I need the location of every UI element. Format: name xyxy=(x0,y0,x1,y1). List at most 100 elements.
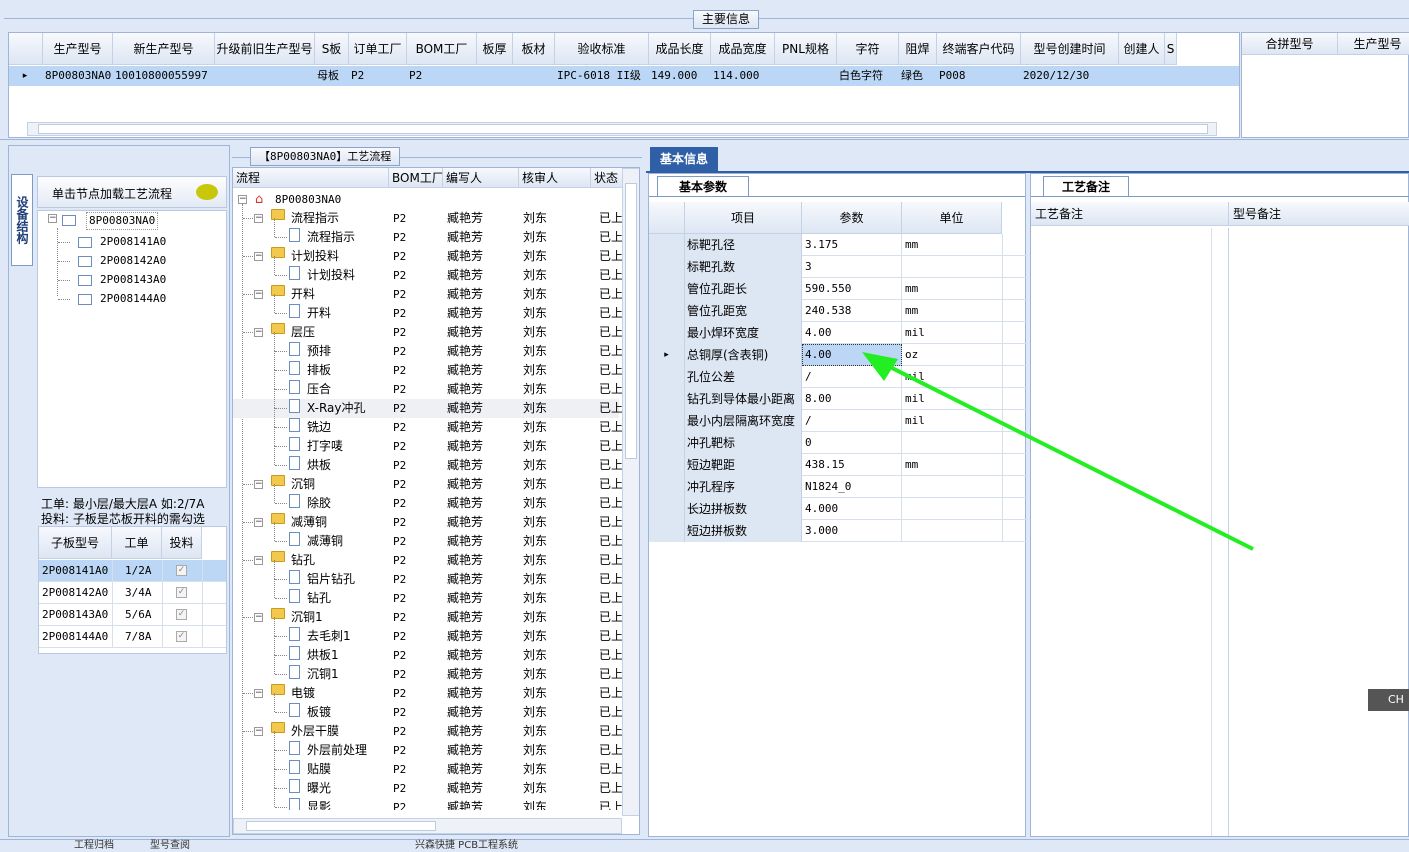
merge-col-2[interactable]: 生产型号 xyxy=(1338,33,1409,55)
expand-toggle[interactable]: − xyxy=(254,518,263,527)
expand-toggle[interactable]: − xyxy=(254,480,263,489)
flow-step-row[interactable]: 板镀 P2 臧艳芳 刘东 已上 xyxy=(233,693,623,722)
expand-toggle[interactable]: − xyxy=(254,556,263,565)
main-col-header[interactable]: 型号创建时间 xyxy=(1021,33,1119,65)
tree-node[interactable]: 2P008141A0 xyxy=(100,234,166,250)
col-item[interactable]: 项目 xyxy=(685,202,802,234)
col-process-remark[interactable]: 工艺备注 xyxy=(1031,202,1229,226)
expand-toggle[interactable]: − xyxy=(254,290,263,299)
flow-step-row[interactable]: 沉铜1 P2 臧艳芳 刘东 已上 xyxy=(233,655,623,684)
param-row[interactable]: 孔位公差 / mil xyxy=(649,366,1027,388)
col-unit[interactable]: 单位 xyxy=(902,202,1002,234)
sub-col-model[interactable]: 子板型号 xyxy=(39,527,112,559)
sub-board-row[interactable]: 2P008143A0 5/6A ✓ xyxy=(39,604,226,626)
main-col-header[interactable]: 升级前旧生产型号 xyxy=(215,33,315,65)
tree-node[interactable]: 2P008144A0 xyxy=(100,291,166,307)
flow-group-row[interactable]: − 沉铜1 P2 臧艳芳 刘东 已上 xyxy=(233,608,623,627)
tree-node[interactable]: 2P008142A0 xyxy=(100,253,166,269)
expand-toggle[interactable]: − xyxy=(254,214,263,223)
main-col-header[interactable]: 成品宽度 xyxy=(711,33,775,65)
tab-basic-info[interactable]: 基本信息 xyxy=(650,147,718,171)
feed-checkbox[interactable]: ✓ xyxy=(176,587,187,598)
flow-group-row[interactable]: − 电镀 P2 臧艳芳 刘东 已上 xyxy=(233,684,623,703)
main-col-header[interactable]: 验收标准 xyxy=(555,33,649,65)
main-col-header[interactable]: 生产型号 xyxy=(43,33,113,65)
vtab-device-structure[interactable]: 设备结构 xyxy=(11,174,33,266)
param-row[interactable]: 短边拼板数 3.000 xyxy=(649,520,1027,542)
flow-step-row[interactable]: 外层前处理 P2 臧艳芳 刘东 已上 xyxy=(233,731,623,760)
param-value-cell[interactable] xyxy=(802,410,902,432)
expand-toggle[interactable]: − xyxy=(254,613,263,622)
param-row[interactable]: 标靶孔径 3.175 mm xyxy=(649,234,1027,256)
expand-toggle[interactable]: − xyxy=(254,727,263,736)
col-param[interactable]: 参数 xyxy=(802,202,902,234)
expand-toggle[interactable]: − xyxy=(254,328,263,337)
main-col-header[interactable]: 成品长度 xyxy=(649,33,711,65)
main-col-header[interactable]: PNL规格 xyxy=(775,33,837,65)
flow-group-row[interactable]: − 外层干膜 P2 臧艳芳 刘东 已上 xyxy=(233,722,623,741)
flow-step-row[interactable]: 显影 P2 臧艳芳 刘东 已上 xyxy=(233,788,623,810)
flow-step-row[interactable]: 去毛刺1 P2 臧艳芳 刘东 已上 xyxy=(233,617,623,646)
param-row[interactable]: 短边靶距 438.15 mm xyxy=(649,454,1027,476)
tree-node[interactable]: 2P008143A0 xyxy=(100,272,166,288)
param-value-cell[interactable] xyxy=(802,432,902,454)
flow-group-row[interactable]: − 钻孔 P2 臧艳芳 刘东 已上 xyxy=(233,551,623,570)
merge-col-1[interactable]: 合拼型号 xyxy=(1242,33,1338,55)
expand-toggle[interactable]: − xyxy=(254,252,263,261)
flow-step-row[interactable]: 钻孔 P2 臧艳芳 刘东 已上 xyxy=(233,579,623,608)
flow-step-row[interactable]: 曝光 P2 臧艳芳 刘东 已上 xyxy=(233,769,623,798)
expand-toggle[interactable]: − xyxy=(48,214,57,223)
expand-toggle[interactable]: − xyxy=(238,195,247,204)
flow-col-header[interactable]: 核审人 xyxy=(519,168,591,188)
main-col-header[interactable]: BOM工厂 xyxy=(407,33,477,65)
remark-vscroll[interactable] xyxy=(1211,228,1225,836)
flow-root-row[interactable]: − ⌂ 8P00803NA0 xyxy=(233,190,619,209)
ime-indicator[interactable]: CH xyxy=(1368,689,1409,711)
col-model-remark[interactable]: 型号备注 xyxy=(1229,202,1409,226)
flow-group-row[interactable]: − 开料 P2 臧艳芳 刘东 已上 xyxy=(233,285,623,304)
main-info-hscroll[interactable] xyxy=(27,122,1217,136)
main-col-header[interactable]: 订单工厂 xyxy=(349,33,407,65)
flow-col-header[interactable]: BOM工厂 xyxy=(389,168,443,188)
main-col-header[interactable]: 板厚 xyxy=(477,33,513,65)
param-row[interactable]: 冲孔程序 N1824_0 xyxy=(649,476,1027,498)
flow-step-row[interactable]: 排板 P2 臧艳芳 刘东 已上 xyxy=(233,351,623,380)
flow-step-row[interactable]: 打字唛 P2 臧艳芳 刘东 已上 xyxy=(233,427,623,456)
flow-step-row[interactable]: 计划投料 P2 臧艳芳 刘东 已上 xyxy=(233,256,623,285)
flow-group-row[interactable]: − 计划投料 P2 臧艳芳 刘东 已上 xyxy=(233,247,623,266)
param-row[interactable]: 冲孔靶标 0 xyxy=(649,432,1027,454)
main-col-header[interactable]: 创建人 xyxy=(1119,33,1165,65)
param-row[interactable]: 钻孔到导体最小距离 8.00 mil xyxy=(649,388,1027,410)
flow-step-row[interactable]: 除胶 P2 臧艳芳 刘东 已上 xyxy=(233,484,623,513)
flow-group-row[interactable]: − 减薄铜 P2 臧艳芳 刘东 已上 xyxy=(233,513,623,532)
main-col-header[interactable]: 字符 xyxy=(837,33,899,65)
param-value-cell[interactable] xyxy=(802,256,902,278)
param-row[interactable]: 管位孔距长 590.550 mm xyxy=(649,278,1027,300)
flow-step-row[interactable]: 铝片钻孔 P2 臧艳芳 刘东 已上 xyxy=(233,560,623,589)
feed-checkbox[interactable]: ✓ xyxy=(176,609,187,620)
flow-step-row[interactable]: 减薄铜 P2 臧艳芳 刘东 已上 xyxy=(233,522,623,551)
flow-group-row[interactable]: − 层压 P2 臧艳芳 刘东 已上 xyxy=(233,323,623,342)
feed-checkbox[interactable]: ✓ xyxy=(176,631,187,642)
flow-step-row[interactable]: 烘板1 P2 臧艳芳 刘东 已上 xyxy=(233,636,623,665)
flow-step-row[interactable]: 开料 P2 臧艳芳 刘东 已上 xyxy=(233,294,623,323)
param-row[interactable]: 标靶孔数 3 xyxy=(649,256,1027,278)
sub-board-row[interactable]: 2P008144A0 7/8A ✓ xyxy=(39,626,226,648)
flow-step-row[interactable]: X-Ray冲孔 P2 臧艳芳 刘东 已上 xyxy=(233,389,623,418)
main-col-header[interactable]: S xyxy=(1165,33,1177,65)
flow-col-header[interactable]: 流程 xyxy=(233,168,389,188)
main-col-header[interactable]: S板 xyxy=(315,33,349,65)
param-row[interactable]: 长边拼板数 4.000 xyxy=(649,498,1027,520)
flow-group-row[interactable]: − 沉铜 P2 臧艳芳 刘东 已上 xyxy=(233,475,623,494)
flow-step-row[interactable]: 贴膜 P2 臧艳芳 刘东 已上 xyxy=(233,750,623,779)
main-col-header[interactable]: 终端客户代码 xyxy=(937,33,1021,65)
main-col-header[interactable]: 板材 xyxy=(513,33,555,65)
expand-toggle[interactable]: − xyxy=(254,689,263,698)
sub-col-order[interactable]: 工单 xyxy=(112,527,162,559)
flow-step-row[interactable]: 铣边 P2 臧艳芳 刘东 已上 xyxy=(233,408,623,437)
flow-vscroll[interactable] xyxy=(622,168,639,816)
flow-col-header[interactable]: 状态 xyxy=(591,168,623,188)
param-row[interactable]: 最小焊环宽度 4.00 mil xyxy=(649,322,1027,344)
param-row[interactable]: 管位孔距宽 240.538 mm xyxy=(649,300,1027,322)
flow-step-row[interactable]: 压合 P2 臧艳芳 刘东 已上 xyxy=(233,370,623,399)
